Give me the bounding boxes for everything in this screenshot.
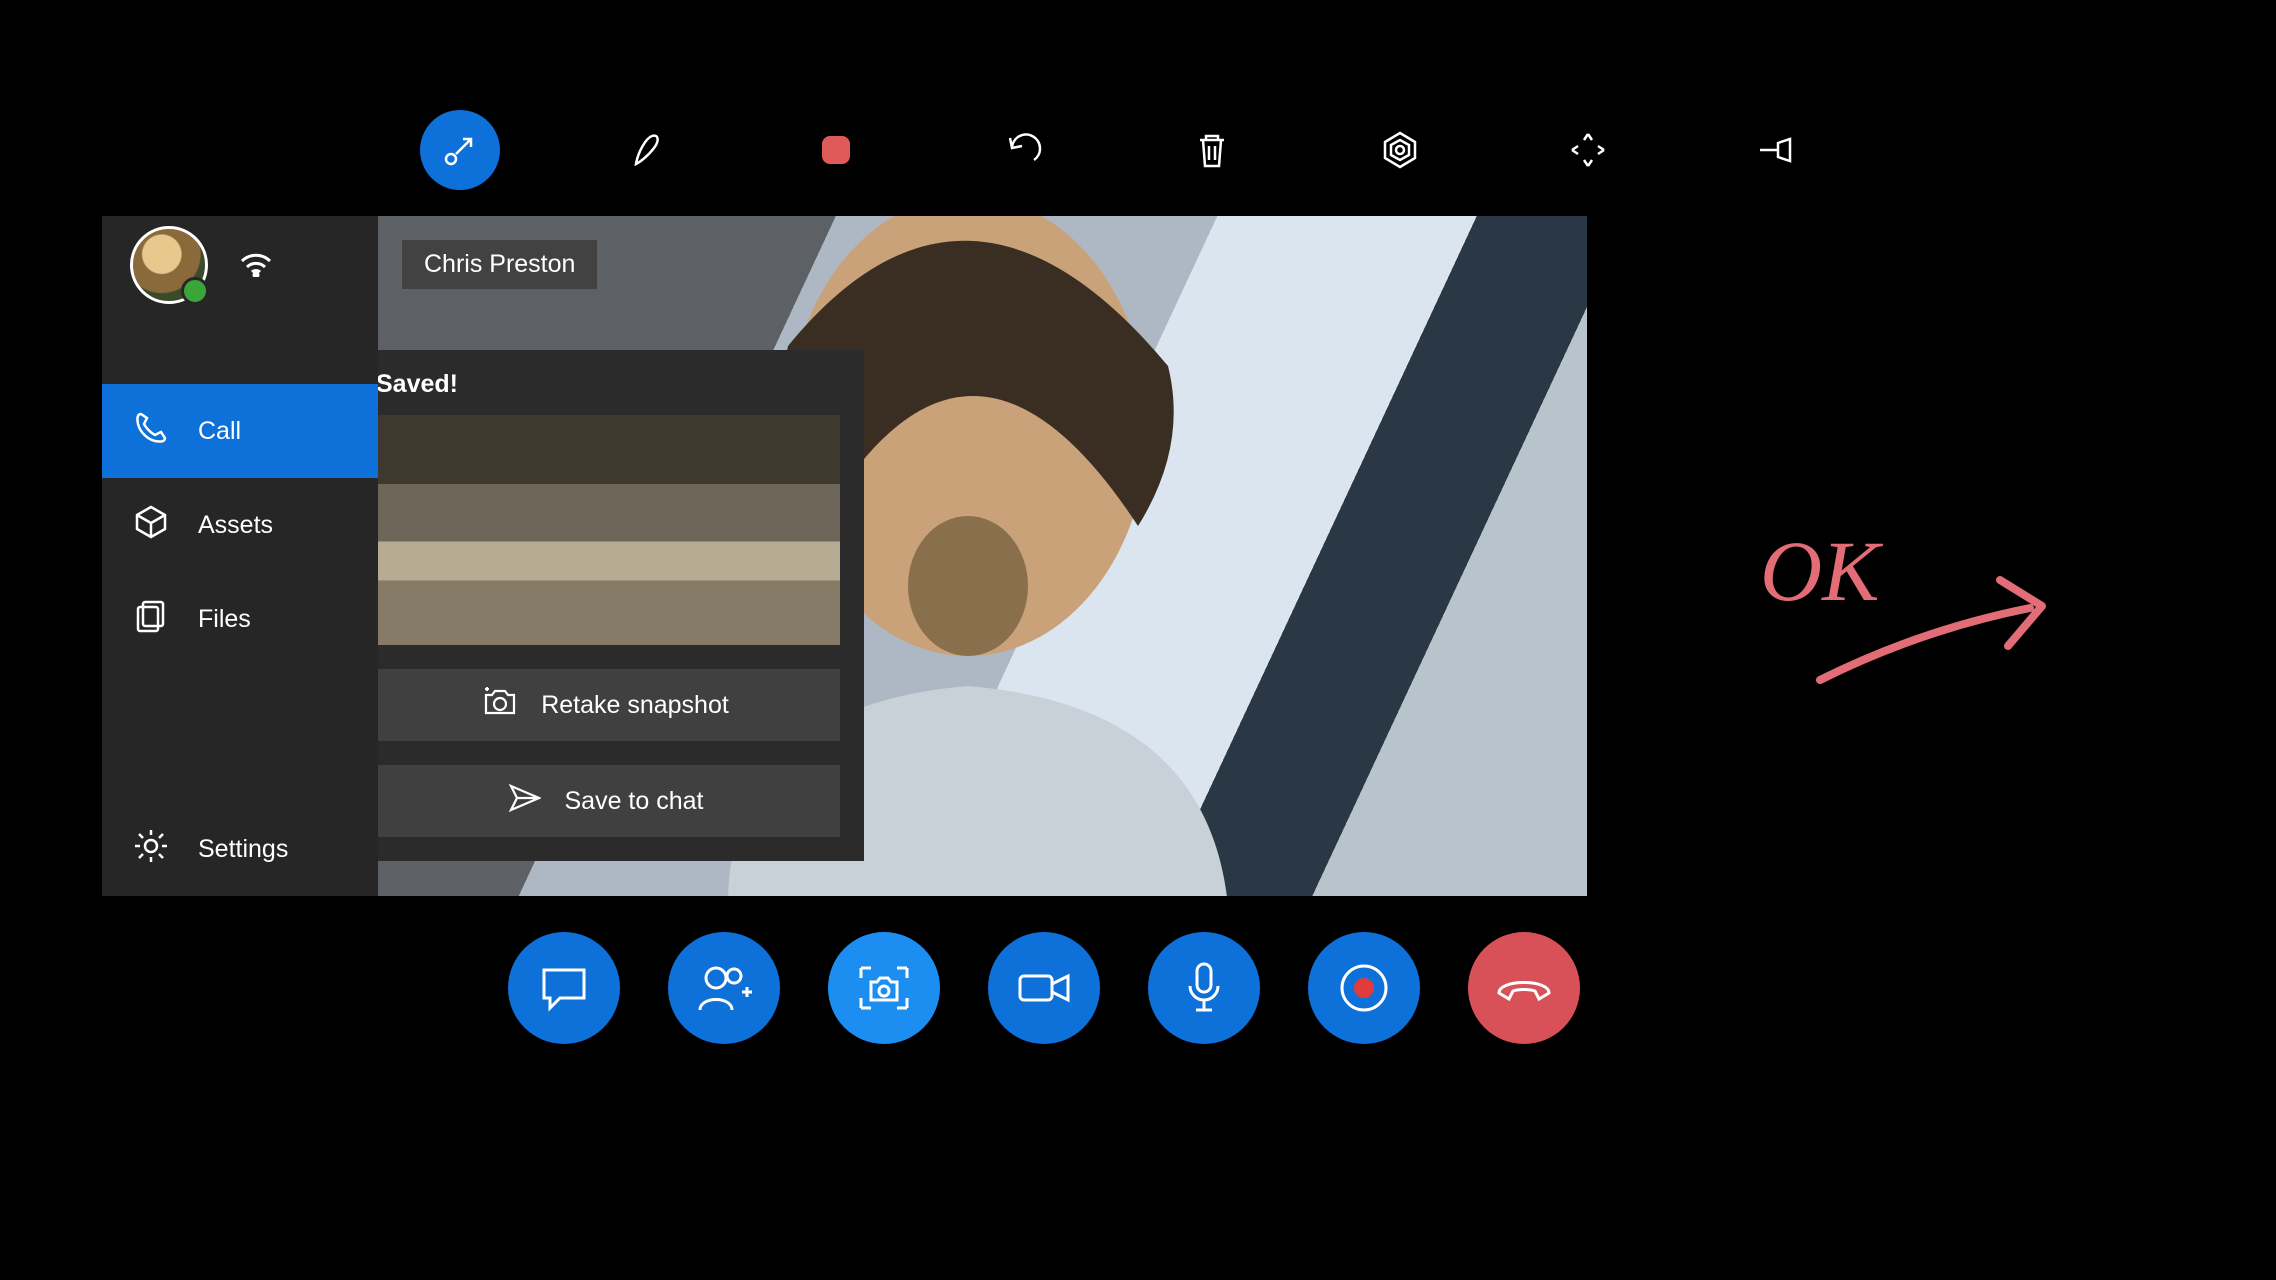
pen-icon bbox=[628, 130, 668, 170]
presence-badge bbox=[181, 277, 209, 305]
minimize-icon bbox=[441, 131, 479, 169]
gear-icon bbox=[132, 827, 170, 872]
pin-icon bbox=[1756, 135, 1796, 165]
sidebar-item-label: Assets bbox=[198, 511, 273, 540]
move-icon bbox=[1568, 130, 1608, 170]
snapshot-panel: Saved! Retake snapshot bbox=[378, 350, 864, 861]
participant-name: Chris Preston bbox=[424, 250, 575, 278]
video-area: Chris Preston Saved! bbox=[378, 216, 1587, 896]
avatar[interactable] bbox=[130, 226, 208, 304]
mic-icon bbox=[1184, 960, 1224, 1016]
record-button[interactable] bbox=[1308, 932, 1420, 1044]
video-toggle-button[interactable] bbox=[988, 932, 1100, 1044]
ink-text: OK bbox=[1760, 523, 1884, 619]
hangup-icon bbox=[1495, 973, 1553, 1003]
sidebar-item-files[interactable]: Files bbox=[102, 572, 378, 666]
sidebar-header bbox=[102, 216, 378, 314]
trash-icon bbox=[1194, 130, 1230, 170]
ink-annotation: OK bbox=[1760, 520, 2090, 700]
move-button[interactable] bbox=[1548, 110, 1628, 190]
send-icon bbox=[509, 784, 541, 819]
files-icon bbox=[132, 597, 170, 642]
sidebar: Call Assets Files Settings bbox=[102, 216, 378, 896]
undo-button[interactable] bbox=[984, 110, 1064, 190]
stop-record-icon bbox=[818, 132, 854, 168]
undo-icon bbox=[1004, 130, 1044, 170]
sidebar-item-label: Call bbox=[198, 417, 241, 446]
sidebar-item-label: Settings bbox=[198, 835, 288, 864]
participant-name-tag: Chris Preston bbox=[402, 240, 597, 289]
package-icon bbox=[132, 503, 170, 548]
chat-icon bbox=[538, 964, 590, 1012]
hangup-button[interactable] bbox=[1468, 932, 1580, 1044]
snapshot-thumbnail bbox=[378, 415, 840, 645]
record-icon bbox=[1338, 962, 1390, 1014]
minimize-button[interactable] bbox=[420, 110, 500, 190]
annotation-toolbar bbox=[420, 110, 1816, 190]
wifi-icon bbox=[238, 247, 274, 284]
video-icon bbox=[1016, 968, 1072, 1008]
sidebar-item-label: Files bbox=[198, 605, 251, 634]
app-window: Call Assets Files Settings bbox=[102, 216, 1587, 896]
trash-button[interactable] bbox=[1172, 110, 1252, 190]
stop-record-button[interactable] bbox=[796, 110, 876, 190]
pin-button[interactable] bbox=[1736, 110, 1816, 190]
retake-snapshot-button[interactable]: Retake snapshot bbox=[378, 669, 840, 741]
retake-snapshot-label: Retake snapshot bbox=[541, 691, 729, 720]
snapshot-button[interactable] bbox=[828, 932, 940, 1044]
sidebar-item-settings[interactable]: Settings bbox=[102, 802, 378, 896]
save-to-chat-button[interactable]: Save to chat bbox=[378, 765, 840, 837]
camera-icon bbox=[483, 687, 517, 724]
mic-toggle-button[interactable] bbox=[1148, 932, 1260, 1044]
save-to-chat-label: Save to chat bbox=[565, 787, 704, 816]
chat-button[interactable] bbox=[508, 932, 620, 1044]
snapshot-icon bbox=[857, 964, 911, 1012]
call-control-bar bbox=[508, 932, 1580, 1044]
add-people-icon bbox=[696, 962, 752, 1014]
snapshot-status: Saved! bbox=[378, 370, 840, 399]
ink-button[interactable] bbox=[608, 110, 688, 190]
sidebar-item-assets[interactable]: Assets bbox=[102, 478, 378, 572]
hololens-icon bbox=[1379, 129, 1421, 171]
add-people-button[interactable] bbox=[668, 932, 780, 1044]
hololens-button[interactable] bbox=[1360, 110, 1440, 190]
phone-icon bbox=[132, 409, 170, 454]
sidebar-item-call[interactable]: Call bbox=[102, 384, 378, 478]
